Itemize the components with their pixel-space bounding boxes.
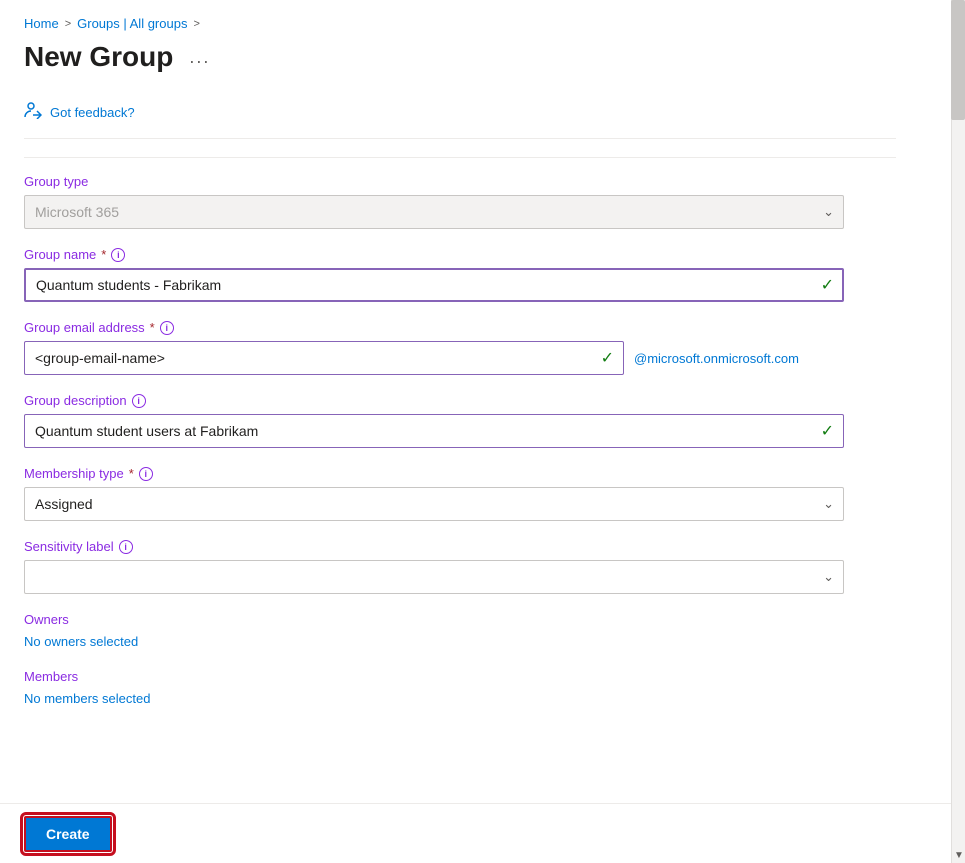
membership-type-dropdown-wrapper: Assigned Dynamic User Dynamic Device ⌄ [24,487,844,521]
group-email-row: ✓ @microsoft.onmicrosoft.com [24,341,896,375]
membership-type-select[interactable]: Assigned Dynamic User Dynamic Device [24,487,844,521]
members-no-selection[interactable]: No members selected [24,691,150,706]
ellipsis-button[interactable]: ... [183,45,216,70]
group-email-info-icon[interactable]: i [160,321,174,335]
group-name-input-wrapper: ✓ [24,268,844,302]
group-description-check-icon: ✓ [821,421,834,441]
members-section: Members No members selected [24,669,896,708]
members-label: Members [24,669,896,684]
group-description-input-wrapper: ✓ [24,414,844,448]
group-type-dropdown-wrapper: Microsoft 365 ⌄ [24,195,844,229]
group-email-label: Group email address * i [24,320,896,335]
group-description-label: Group description i [24,393,896,408]
group-description-section: Group description i ✓ [24,393,896,448]
membership-type-info-icon[interactable]: i [139,467,153,481]
group-type-label: Group type [24,174,896,189]
breadcrumb-home[interactable]: Home [24,16,59,31]
sensitivity-label-dropdown-wrapper: ⌄ [24,560,844,594]
membership-type-required: * [129,466,134,481]
group-email-section: Group email address * i ✓ @microsoft.onm… [24,320,896,375]
feedback-bar: Got feedback? [24,91,896,139]
group-name-check-icon: ✓ [821,275,834,295]
membership-type-section: Membership type * i Assigned Dynamic Use… [24,466,896,521]
group-name-input[interactable] [24,268,844,302]
bottom-bar: Create [0,803,951,863]
owners-section: Owners No owners selected [24,612,896,651]
page-title: New Group [24,41,173,73]
scrollbar: ▲ ▼ [951,0,965,863]
group-name-label: Group name * i [24,247,896,262]
create-button[interactable]: Create [24,816,112,852]
group-description-info-icon[interactable]: i [132,394,146,408]
group-email-check-icon: ✓ [601,348,614,368]
group-email-required: * [150,320,155,335]
owners-label: Owners [24,612,896,627]
scrollbar-down-arrow[interactable]: ▼ [952,850,965,861]
sensitivity-label-label: Sensitivity label i [24,539,896,554]
group-name-info-icon[interactable]: i [111,248,125,262]
group-email-input[interactable] [24,341,624,375]
group-email-input-wrapper: ✓ [24,341,624,375]
breadcrumb: Home > Groups | All groups > [24,16,896,31]
email-domain-label: @microsoft.onmicrosoft.com [634,351,799,366]
group-type-select[interactable]: Microsoft 365 [24,195,844,229]
breadcrumb-separator-1: > [65,18,71,30]
breadcrumb-groups[interactable]: Groups | All groups [77,16,187,31]
sensitivity-label-info-icon[interactable]: i [119,540,133,554]
owners-no-selection[interactable]: No owners selected [24,634,138,649]
group-name-section: Group name * i ✓ [24,247,896,302]
group-name-required: * [101,247,106,262]
group-description-input[interactable] [24,414,844,448]
feedback-icon [24,101,42,124]
form-divider [24,157,896,158]
feedback-link[interactable]: Got feedback? [50,105,135,120]
sensitivity-label-select[interactable] [24,560,844,594]
sensitivity-label-section: Sensitivity label i ⌄ [24,539,896,594]
main-content: Home > Groups | All groups > New Group .… [0,0,920,863]
membership-type-label: Membership type * i [24,466,896,481]
scrollbar-thumb[interactable] [951,0,965,120]
breadcrumb-separator-2: > [193,18,199,30]
group-type-section: Group type Microsoft 365 ⌄ [24,174,896,229]
page-title-row: New Group ... [24,41,896,73]
